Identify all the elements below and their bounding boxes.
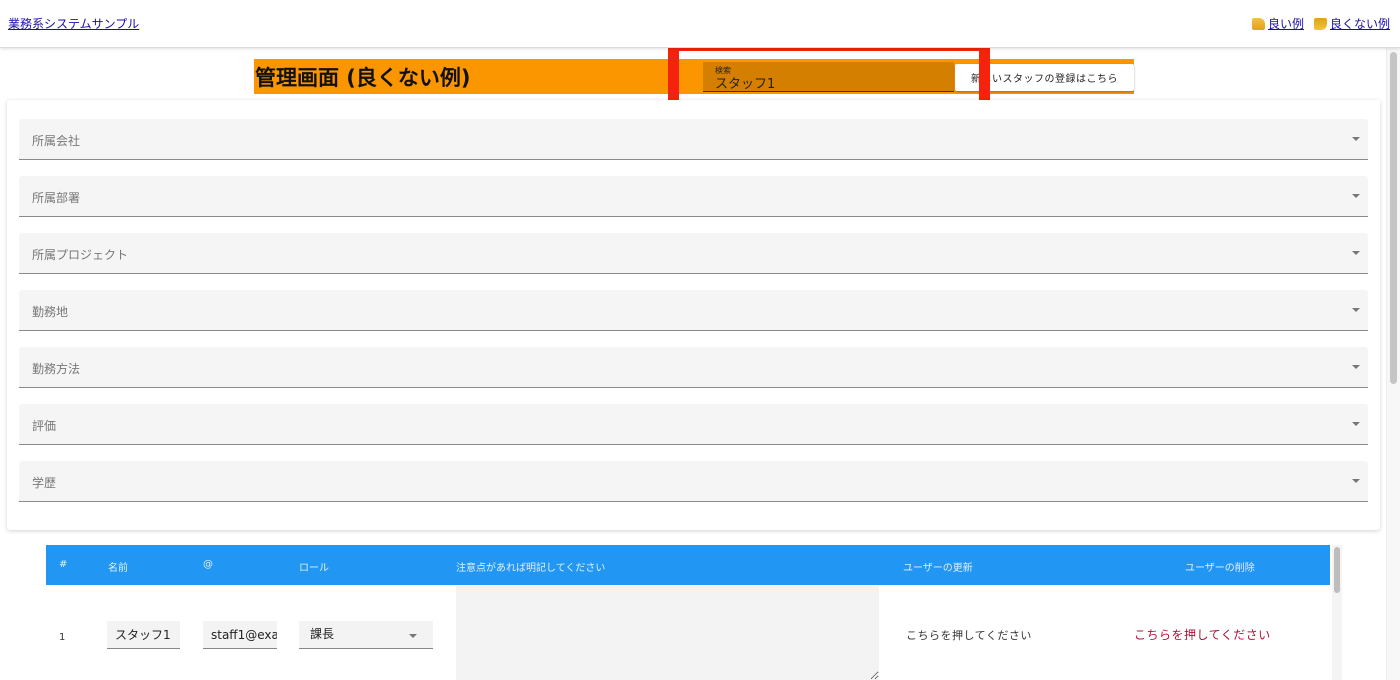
- bad-example-label: 良くない例: [1329, 17, 1390, 31]
- table-scrollbar[interactable]: [1332, 545, 1342, 680]
- page-scrollbar[interactable]: [1386, 48, 1400, 680]
- filter-label: 勤務地: [32, 305, 69, 319]
- header-name: 名前: [108, 563, 128, 574]
- filter-card: 所属会社 所属部署 所属プロジェクト 勤務地 勤務方法 評価 学歴: [7, 100, 1380, 530]
- page-scroll-thumb[interactable]: [1390, 52, 1397, 384]
- filter-label: 所属プロジェクト: [32, 248, 129, 262]
- chevron-down-icon: [1352, 422, 1360, 426]
- example-links: 良い例 良くない例: [1251, 15, 1390, 32]
- role-select[interactable]: 課長: [299, 621, 433, 649]
- top-bar: 業務系システムサンプル 良い例 良くない例: [0, 0, 1400, 48]
- chevron-down-icon: [1352, 308, 1360, 312]
- filter-label: 所属会社: [32, 134, 81, 148]
- staff-table: # 名前 @ ロール 注意点があれば明記してください ユーザーの更新 ユーザーの…: [46, 545, 1330, 680]
- table-scroll-thumb[interactable]: [1334, 547, 1340, 593]
- chevron-down-icon: [1352, 194, 1360, 198]
- chevron-down-icon: [1352, 479, 1360, 483]
- header-update: ユーザーの更新: [903, 563, 973, 574]
- filter-education-select[interactable]: 学歴: [19, 461, 1368, 502]
- filter-location-select[interactable]: 勤務地: [19, 290, 1368, 331]
- chevron-down-icon: [1352, 251, 1360, 255]
- good-example-link[interactable]: 良い例: [1251, 15, 1304, 32]
- chevron-down-icon: [1352, 137, 1360, 141]
- name-input[interactable]: スタッフ1: [107, 621, 180, 649]
- bad-example-link[interactable]: 良くない例: [1313, 15, 1390, 32]
- table-header: # 名前 @ ロール 注意点があれば明記してください ユーザーの更新 ユーザーの…: [46, 545, 1330, 585]
- filter-department-select[interactable]: 所属部署: [19, 176, 1368, 217]
- role-value: 課長: [310, 627, 335, 641]
- brand-link[interactable]: 業務系システムサンプル: [8, 15, 139, 32]
- header-num: #: [59, 559, 68, 570]
- email-input[interactable]: staff1@example.com: [203, 621, 277, 649]
- header-role: ロール: [299, 563, 329, 574]
- header-note: 注意点があれば明記してください: [456, 563, 606, 574]
- header-delete: ユーザーの削除: [1185, 563, 1255, 574]
- filter-work-style-select[interactable]: 勤務方法: [19, 347, 1368, 388]
- delete-user-button[interactable]: こちらを押してください: [1134, 626, 1271, 643]
- filter-label: 勤務方法: [32, 362, 81, 376]
- header-email: @: [203, 559, 213, 570]
- filter-project-select[interactable]: 所属プロジェクト: [19, 233, 1368, 274]
- update-user-button[interactable]: こちらを押してください: [906, 627, 1032, 643]
- thumbs-down-icon: [1313, 17, 1327, 30]
- filter-evaluation-select[interactable]: 評価: [19, 404, 1368, 445]
- filter-company-select[interactable]: 所属会社: [19, 119, 1368, 160]
- row-number: 1: [59, 632, 66, 643]
- page-title: 管理画面 (良くない例): [255, 66, 471, 90]
- note-textarea[interactable]: [456, 586, 879, 680]
- filter-label: 所属部署: [32, 191, 81, 205]
- chevron-down-icon: [409, 634, 417, 638]
- chevron-down-icon: [1352, 365, 1360, 369]
- good-example-label: 良い例: [1267, 17, 1304, 31]
- filter-label: 評価: [32, 419, 57, 433]
- thumbs-up-icon: [1251, 17, 1265, 30]
- filter-label: 学歴: [32, 476, 57, 490]
